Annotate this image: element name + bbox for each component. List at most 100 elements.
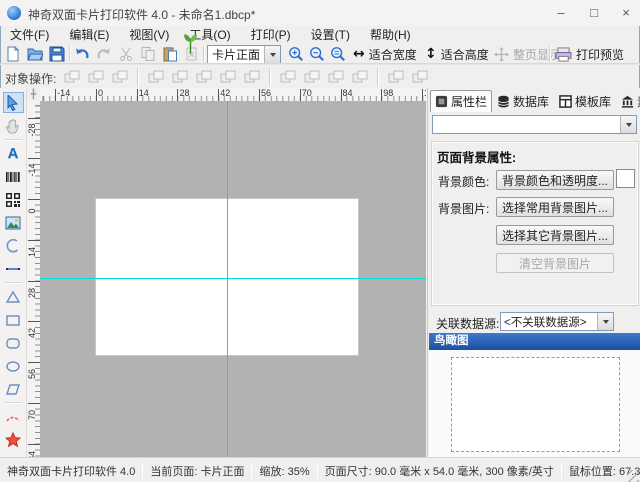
qrcode-tool[interactable] [3, 189, 24, 210]
object-combo-dropdown-icon[interactable] [620, 116, 636, 133]
tab-database[interactable]: 数据库 [492, 90, 554, 112]
select-none-icon[interactable] [410, 67, 430, 87]
zoom-custom-icon[interactable] [329, 45, 347, 63]
fit-height-icon: ↕ [425, 46, 437, 62]
save-icon[interactable] [48, 45, 66, 63]
ops-separator [269, 68, 271, 86]
menu-help[interactable]: 帮助(H) [360, 26, 421, 45]
bg-color-label: 背景颜色: [438, 173, 489, 190]
app-window: 神奇双面卡片打印软件 4.0 - 未命名1.dbcp* – □ × 文件(F) … [0, 0, 640, 482]
tab-templates[interactable]: 模板库 [554, 90, 616, 112]
resize-grip[interactable] [627, 470, 639, 482]
menu-view[interactable]: 视图(V) [119, 26, 179, 45]
copy-icon[interactable] [139, 45, 157, 63]
ruler-origin-icon: ╋ [27, 88, 41, 102]
undo-icon[interactable] [73, 45, 91, 63]
menu-settings[interactable]: 设置(T) [301, 26, 360, 45]
same-width-icon[interactable] [278, 67, 298, 87]
fit-width-button[interactable]: ↔ 适合宽度 [353, 45, 417, 63]
maximize-button[interactable]: □ [580, 3, 608, 22]
datasource-value: <不关联数据源> [501, 314, 597, 330]
align-center-horizontal-icon[interactable] [170, 67, 190, 87]
cut-icon[interactable] [117, 45, 135, 63]
pan-tool[interactable] [3, 115, 24, 136]
window-title: 神奇双面卡片打印软件 4.0 - 未命名1.dbcp* [28, 6, 255, 23]
ruler-tick [28, 362, 40, 363]
align-middle-icon[interactable] [218, 67, 238, 87]
rounded-rectangle-tool[interactable] [3, 332, 24, 353]
bg-color-button[interactable]: 背景颜色和透明度... [496, 170, 614, 190]
ruler-tick [28, 240, 40, 241]
ruler-tick [96, 89, 97, 101]
tab-materials[interactable]: 素材库 [616, 90, 640, 112]
ellipse-tool[interactable] [3, 355, 24, 376]
arc-tool[interactable] [3, 406, 24, 427]
text-tool[interactable]: A [3, 143, 24, 164]
align-left-icon[interactable] [146, 67, 166, 87]
zoom-in-icon[interactable] [287, 45, 305, 63]
object-ops-icons [62, 66, 430, 88]
send-backward-icon[interactable] [86, 67, 106, 87]
ruler-label: 112 [424, 88, 426, 98]
group-icon[interactable] [110, 67, 130, 87]
select-all-icon[interactable] [386, 67, 406, 87]
zoom-out-icon[interactable] [308, 45, 326, 63]
properties-icon [435, 95, 448, 108]
image-tool[interactable] [3, 212, 24, 233]
same-height-icon[interactable] [302, 67, 322, 87]
datasource-select[interactable]: <不关联数据源> [500, 312, 614, 331]
new-icon[interactable] [4, 45, 22, 63]
tool-separator [4, 139, 22, 141]
ruler-label: 84 [343, 88, 353, 98]
ruler-tick [177, 89, 178, 101]
menu-print[interactable]: 打印(P) [241, 26, 301, 45]
menu-file[interactable]: 文件(F) [0, 26, 59, 45]
rectangle-tool[interactable] [3, 309, 24, 330]
barcode-tool[interactable] [3, 166, 24, 187]
status-app-name: 神奇双面卡片打印软件 4.0 [0, 463, 142, 479]
ruler-tick [259, 89, 260, 101]
star-tool[interactable] [3, 429, 24, 450]
align-bottom-icon[interactable] [242, 67, 262, 87]
horizontal-ruler: -14014284256708498112 [40, 88, 426, 102]
same-size-icon[interactable] [326, 67, 346, 87]
parallelogram-tool[interactable] [3, 378, 24, 399]
menu-bar: 文件(F) 编辑(E) 视图(V) 工具(O) 打印(P) 设置(T) 帮助(H… [0, 26, 640, 45]
redo-icon[interactable] [95, 45, 113, 63]
align-top-icon[interactable] [194, 67, 214, 87]
fit-height-button[interactable]: ↕ 适合高度 [425, 45, 489, 63]
overview-preview [429, 350, 640, 457]
page-selector[interactable]: 卡片正面 [207, 45, 281, 64]
ruler-tick [28, 444, 40, 445]
toolbar-separator [203, 46, 205, 62]
select-tool[interactable] [3, 92, 24, 113]
open-icon[interactable] [26, 45, 44, 63]
page-selector-value: 卡片正面 [208, 46, 264, 63]
triangle-tool[interactable] [3, 286, 24, 307]
object-combo[interactable] [432, 115, 637, 134]
ruler-label: -14 [27, 160, 37, 180]
minimize-button[interactable]: – [547, 3, 575, 22]
equal-spacing-icon[interactable] [350, 67, 370, 87]
ruler-label: 42 [27, 323, 37, 343]
ruler-label: 14 [27, 242, 37, 262]
tab-properties[interactable]: 属性栏 [430, 90, 492, 112]
page-selector-dropdown-icon[interactable] [264, 46, 280, 63]
clear-bg-button[interactable]: 清空背景图片 [496, 253, 614, 273]
overview-header: 鸟瞰图 [429, 333, 640, 350]
design-canvas[interactable] [40, 101, 426, 457]
line-tool[interactable] [3, 258, 24, 279]
status-current-page: 当前页面: 卡片正面 [143, 463, 251, 479]
close-button[interactable]: × [612, 3, 640, 22]
choose-other-bg-button[interactable]: 选择其它背景图片... [496, 225, 614, 245]
paste-icon[interactable] [161, 45, 179, 63]
datasource-dropdown-icon[interactable] [597, 313, 613, 330]
choose-common-bg-button[interactable]: 选择常用背景图片... [496, 197, 614, 217]
print-preview-button[interactable]: 打印预览 [555, 45, 624, 63]
status-bar: 神奇双面卡片打印软件 4.0 当前页面: 卡片正面 缩放: 35% 页面尺寸: … [0, 457, 640, 482]
curve-tool[interactable] [3, 235, 24, 256]
bring-forward-icon[interactable] [62, 67, 82, 87]
title-bar: 神奇双面卡片打印软件 4.0 - 未命名1.dbcp* – □ × [0, 0, 640, 26]
ruler-label: 56 [261, 88, 271, 98]
menu-edit[interactable]: 编辑(E) [59, 26, 119, 45]
